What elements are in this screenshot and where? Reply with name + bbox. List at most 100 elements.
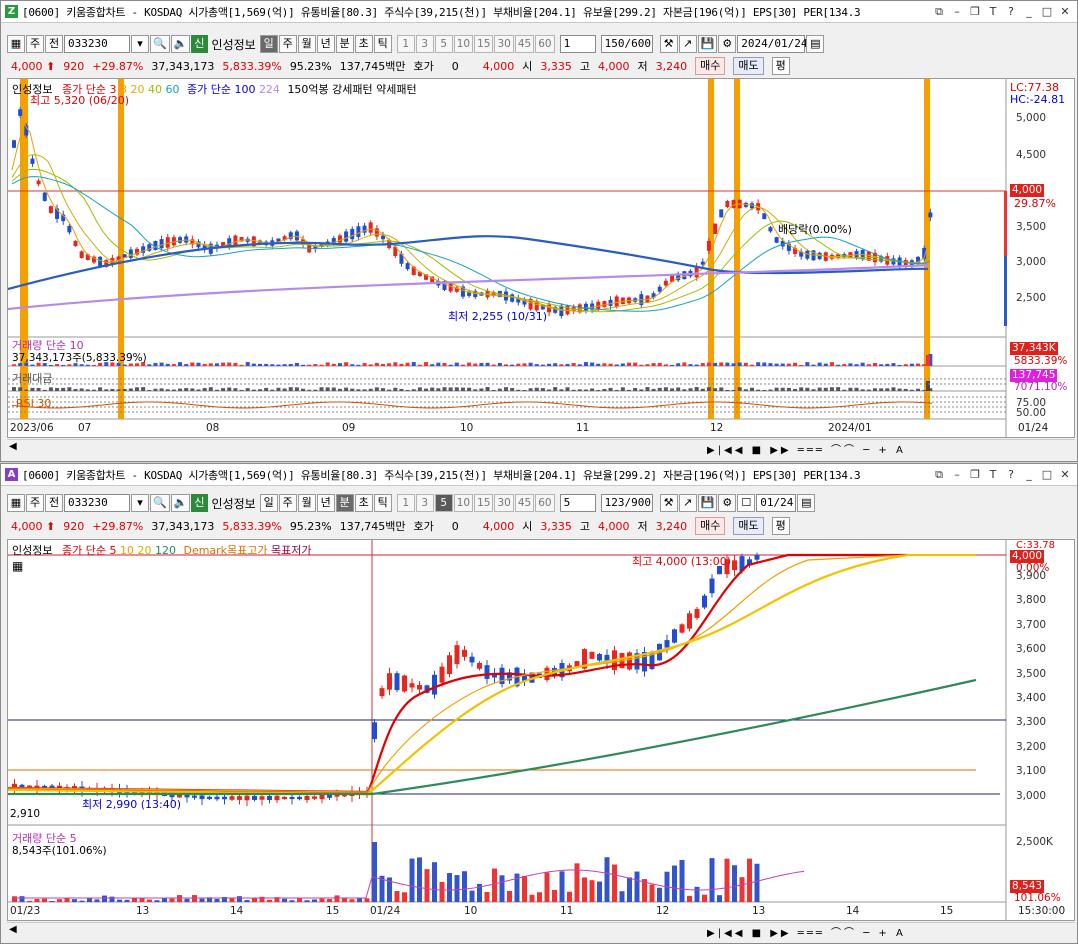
- minimize-icon[interactable]: –: [949, 467, 965, 483]
- interval-10[interactable]: 10: [453, 494, 474, 512]
- top-scrollbar[interactable]: ◀ ▶|◀◀ ■ ▶▶ ═══ ⌒⌒ ─ + A: [7, 439, 1075, 456]
- interval-30[interactable]: 30: [494, 35, 514, 53]
- nav-icons[interactable]: ▶|◀◀ ■ ▶▶ ═══ ⌒⌒ ─ + A: [707, 924, 906, 939]
- table-icon[interactable]: ▦: [12, 559, 23, 573]
- close-button[interactable]: ✕: [1057, 467, 1073, 483]
- restore-icon[interactable]: ❐: [967, 4, 983, 20]
- volume-bar: [394, 891, 400, 902]
- count-input[interactable]: 150/600: [600, 35, 653, 53]
- unit-select[interactable]: 주: [26, 494, 44, 512]
- sell-button[interactable]: 매도: [733, 57, 764, 75]
- eval-button[interactable]: 평: [771, 517, 790, 535]
- date-input[interactable]: 2024/01/24: [737, 35, 808, 53]
- save-icon[interactable]: 💾: [697, 494, 718, 512]
- volume-bar: [372, 842, 377, 902]
- minimize-icon[interactable]: –: [949, 4, 965, 20]
- draw-icon[interactable]: ↗: [678, 35, 697, 53]
- grid-icon[interactable]: ▦: [7, 494, 25, 512]
- interval-30[interactable]: 30: [494, 494, 514, 512]
- settings-icon[interactable]: ⚙: [718, 494, 737, 512]
- sound-icon[interactable]: 🔈: [170, 494, 191, 512]
- unit-select[interactable]: 주: [26, 35, 44, 53]
- interval-60[interactable]: 60: [535, 494, 555, 512]
- interval-60[interactable]: 60: [535, 35, 555, 53]
- search-icon[interactable]: 🔍: [150, 494, 170, 512]
- period-월[interactable]: 월: [297, 494, 316, 512]
- eval-button[interactable]: 평: [771, 57, 790, 75]
- period-틱[interactable]: 틱: [373, 494, 392, 512]
- interval-3[interactable]: 3: [415, 35, 434, 53]
- buy-button[interactable]: 매수: [695, 57, 726, 75]
- period-일[interactable]: 일: [259, 35, 278, 53]
- interval-1[interactable]: 1: [396, 35, 415, 53]
- period-분[interactable]: 분: [335, 35, 354, 53]
- date-checkbox[interactable]: ☐: [737, 494, 756, 512]
- sell-button[interactable]: 매도: [733, 517, 764, 535]
- nav-icons[interactable]: ▶|◀◀ ■ ▶▶ ═══ ⌒⌒ ─ + A: [707, 441, 906, 456]
- period-년[interactable]: 년: [316, 35, 335, 53]
- volume-bar: [132, 898, 137, 902]
- draw-icon[interactable]: ↗: [678, 494, 697, 512]
- interval-45[interactable]: 45: [514, 35, 535, 53]
- settings-icon[interactable]: ⚙: [718, 35, 737, 53]
- period-월[interactable]: 월: [297, 35, 316, 53]
- grid-icon[interactable]: ▦: [7, 35, 25, 53]
- calendar-icon[interactable]: ▤: [797, 494, 816, 512]
- link-icon[interactable]: ⧉: [931, 467, 947, 483]
- interval-15[interactable]: 15: [474, 494, 494, 512]
- candle-body: [672, 629, 677, 643]
- min-button[interactable]: _: [1021, 4, 1037, 20]
- tools-icon[interactable]: ⚒: [659, 35, 678, 53]
- interval-15[interactable]: 15: [474, 35, 494, 53]
- period-일[interactable]: 일: [259, 494, 278, 512]
- interval-5[interactable]: 5: [434, 494, 453, 512]
- period-년[interactable]: 년: [316, 494, 335, 512]
- tick-value[interactable]: 5: [559, 494, 596, 512]
- period-분[interactable]: 분: [335, 494, 354, 512]
- scroll-left-icon[interactable]: ◀: [9, 441, 17, 452]
- help-icon[interactable]: ?: [1003, 4, 1019, 20]
- close-button[interactable]: ✕: [1057, 4, 1073, 20]
- min-button[interactable]: _: [1021, 467, 1037, 483]
- period-초[interactable]: 초: [354, 35, 373, 53]
- top-chart-area[interactable]: 인성정보 종가 단순 3 8 20 40 60 종가 단순 100 224 15…: [7, 78, 1075, 438]
- code-input[interactable]: 033230: [64, 35, 130, 53]
- count-input[interactable]: 123/900: [600, 494, 653, 512]
- buy-button[interactable]: 매수: [695, 517, 726, 535]
- font-icon[interactable]: T: [985, 467, 1001, 483]
- scroll-left-icon[interactable]: ◀: [9, 924, 17, 935]
- search-icon[interactable]: 🔍: [150, 35, 170, 53]
- restore-icon[interactable]: ❐: [967, 467, 983, 483]
- tick-value[interactable]: 1: [559, 35, 596, 53]
- bottom-chart-area[interactable]: 인성정보 종가 단순 5 10 20 120 Demark목표고가 목표저가 ▦…: [7, 539, 1075, 921]
- interval-45[interactable]: 45: [514, 494, 535, 512]
- help-icon[interactable]: ?: [1003, 467, 1019, 483]
- candle-body: [409, 683, 415, 688]
- interval-3[interactable]: 3: [415, 494, 434, 512]
- period-틱[interactable]: 틱: [373, 35, 392, 53]
- interval-1[interactable]: 1: [396, 494, 415, 512]
- tools-icon[interactable]: ⚒: [659, 494, 678, 512]
- interval-10[interactable]: 10: [453, 35, 474, 53]
- sound-icon[interactable]: 🔈: [170, 35, 191, 53]
- interval-5[interactable]: 5: [434, 35, 453, 53]
- news-badge[interactable]: 신: [191, 35, 208, 53]
- save-icon[interactable]: 💾: [697, 35, 718, 53]
- period-주[interactable]: 주: [278, 494, 297, 512]
- news-badge[interactable]: 신: [191, 494, 208, 512]
- font-icon[interactable]: T: [985, 4, 1001, 20]
- max-button[interactable]: □: [1039, 467, 1055, 483]
- max-button[interactable]: □: [1039, 4, 1055, 20]
- period-주[interactable]: 주: [278, 35, 297, 53]
- prev-button[interactable]: 전: [45, 35, 63, 53]
- bottom-scrollbar[interactable]: ◀ ▶|◀◀ ■ ▶▶ ═══ ⌒⌒ ─ + A: [7, 922, 1075, 939]
- calendar-icon[interactable]: ▤: [806, 35, 825, 53]
- prev-button[interactable]: 전: [45, 494, 63, 512]
- date-input[interactable]: 01/24: [756, 494, 797, 512]
- dropdown-icon[interactable]: ▾: [131, 494, 149, 512]
- code-input[interactable]: 033230: [64, 494, 130, 512]
- dropdown-icon[interactable]: ▾: [131, 35, 149, 53]
- amount-bar: [48, 387, 53, 391]
- link-icon[interactable]: ⧉: [931, 4, 947, 20]
- period-초[interactable]: 초: [354, 494, 373, 512]
